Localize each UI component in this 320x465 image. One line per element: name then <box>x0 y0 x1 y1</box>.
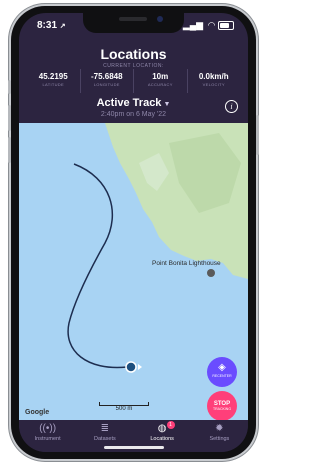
map-attribution: Google <box>25 409 50 416</box>
power-button <box>256 115 259 155</box>
battery-icon <box>218 21 234 31</box>
track-selector[interactable]: Active Track ▼ <box>19 97 248 109</box>
status-indicators: ▂▄▆ ◠ <box>183 20 234 31</box>
stat-accuracy: 10m ACCURACY <box>134 69 188 93</box>
info-icon[interactable]: i <box>225 100 238 113</box>
globe-icon: ◍ <box>157 423 167 434</box>
track-date: 2:40pm on 6 May '22 <box>100 111 167 118</box>
recenter-button[interactable]: ◈ RECENTER <box>207 357 237 387</box>
status-time: 8:31 ↗ <box>37 20 66 31</box>
landmark-label: Point Bonita Lighthouse <box>152 260 221 267</box>
wifi-icon: ◠ <box>207 20 216 30</box>
heading-arrow <box>138 364 142 370</box>
map-view[interactable]: Point Bonita Lighthouse ◈ RECENTER STOP … <box>19 123 248 421</box>
stop-tracking-button[interactable]: STOP TRACKING <box>207 391 237 421</box>
tab-settings[interactable]: ✹ Settings <box>191 420 248 452</box>
antenna-icon: ((•)) <box>39 423 57 434</box>
notification-badge: 1 <box>166 421 175 429</box>
volume-down-button <box>8 137 11 163</box>
stat-velocity: 0.0km/h VELOCITY <box>198 72 229 87</box>
current-position-marker <box>125 361 137 373</box>
tab-instrument[interactable]: ((•)) Instrument <box>19 420 76 452</box>
camera <box>157 16 163 22</box>
lighthouse-pin <box>207 269 215 277</box>
volume-up-button <box>8 105 11 131</box>
page-title: Locations <box>100 46 167 62</box>
location-stats: 45.2195 LATITUDE -75.6848 LONGITUDE 10m … <box>27 69 240 93</box>
track-line <box>67 163 128 369</box>
track-name: Active Track <box>96 97 162 109</box>
home-indicator[interactable] <box>104 446 164 449</box>
stat-longitude: -75.6848 LONGITUDE <box>81 69 134 93</box>
stat-latitude: 45.2195 LATITUDE <box>27 69 81 93</box>
map-scale: 500 m <box>99 401 149 412</box>
app-screen: 8:31 ↗ ▂▄▆ ◠ Locations CURRENT LOCATION:… <box>19 13 248 452</box>
database-icon: ≣ <box>100 423 110 434</box>
speaker <box>119 17 147 21</box>
chevron-down-icon: ▼ <box>163 101 171 108</box>
crosshair-icon: ◈ <box>218 362 226 373</box>
notch <box>83 13 184 33</box>
location-arrow-icon: ↗ <box>59 23 66 30</box>
gear-icon: ✹ <box>215 423 224 434</box>
mute-switch <box>8 80 11 94</box>
signal-icon: ▂▄▆ <box>182 20 204 30</box>
